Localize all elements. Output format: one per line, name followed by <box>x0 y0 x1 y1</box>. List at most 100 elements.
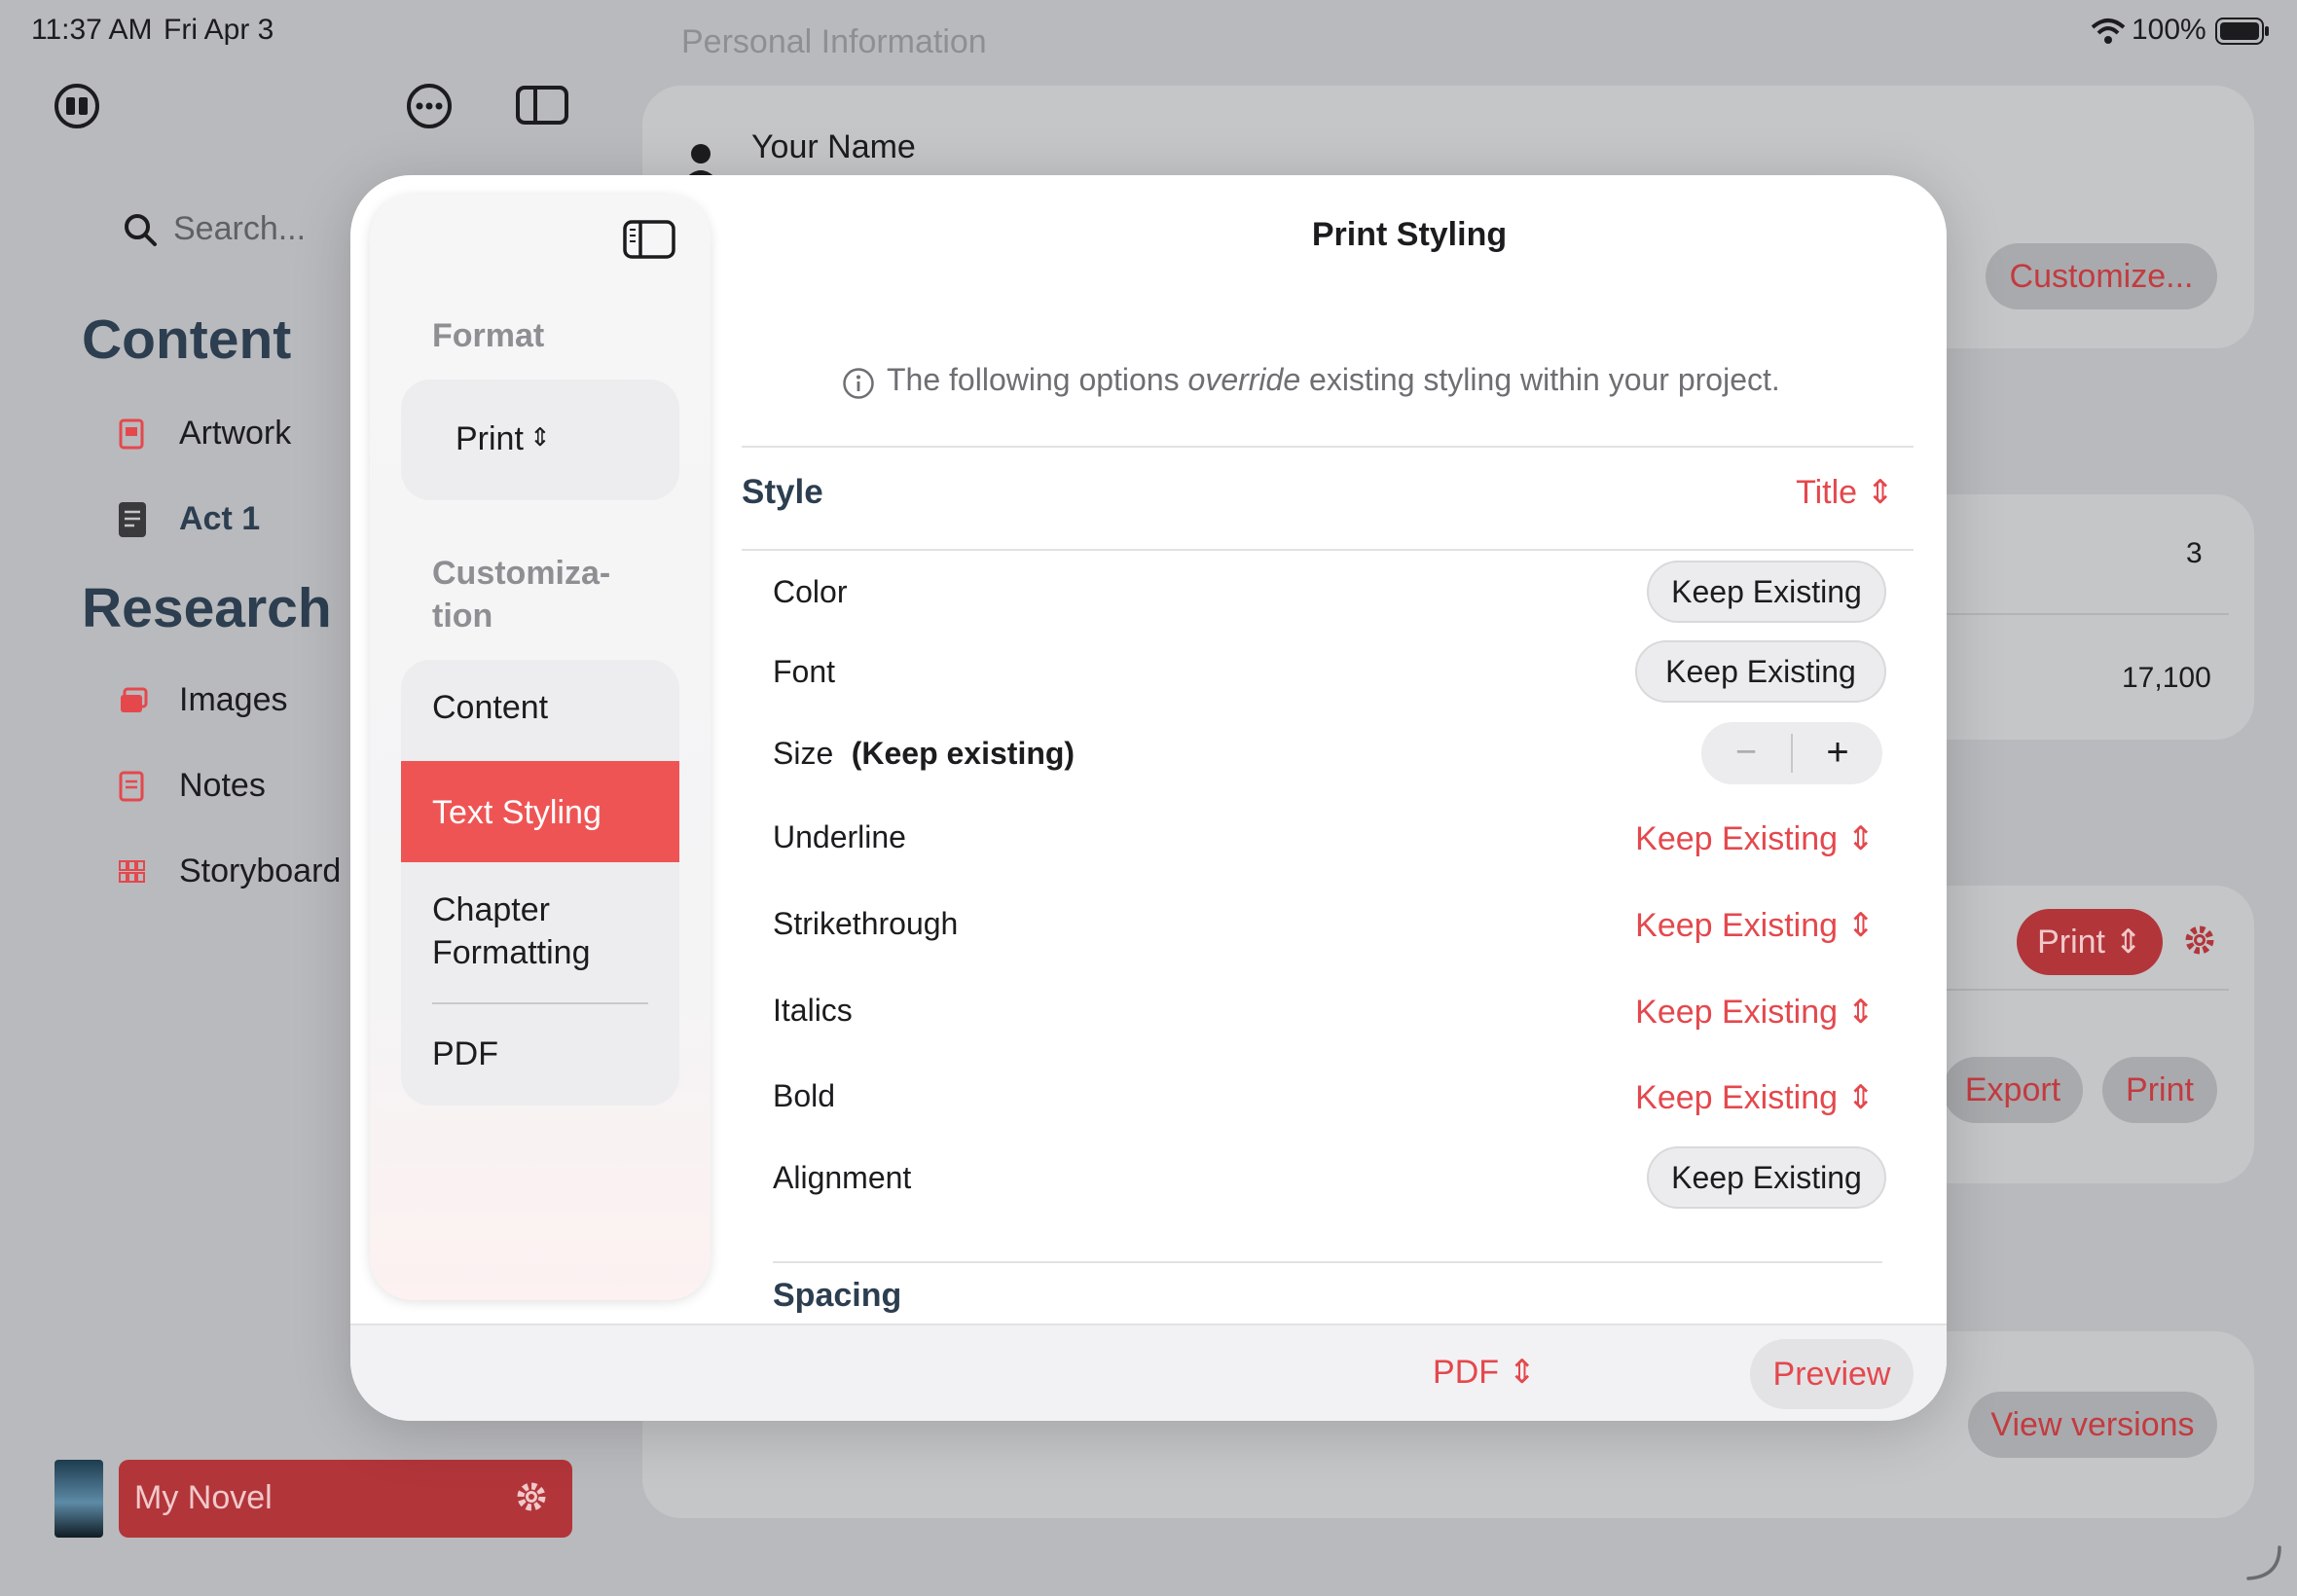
stat-value: 17,100 <box>2122 662 2211 694</box>
section-research-title: Research <box>82 577 332 639</box>
customize-button[interactable]: Customize... <box>1986 243 2217 309</box>
output-format-picker[interactable]: PDF ⇕ <box>1402 1353 1536 1392</box>
underline-picker[interactable]: Keep Existing ⇕ <box>1544 819 1875 858</box>
size-row: Size (Keep existing) <box>773 736 1075 772</box>
strikethrough-picker[interactable]: Keep Existing ⇕ <box>1544 906 1875 945</box>
increment-button[interactable]: + <box>1793 722 1882 784</box>
sidebar-toggle-icon[interactable] <box>623 218 675 266</box>
info-icon <box>842 367 875 405</box>
chevron-up-down-icon: ⇕ <box>1846 1079 1876 1116</box>
sheet-footer: PDF ⇕ Preview <box>350 1324 1947 1421</box>
status-time: 11:37 AM <box>31 14 153 46</box>
option-content[interactable]: Content <box>401 660 679 759</box>
chevron-up-down-icon: ⇕ <box>1846 994 1876 1031</box>
format-heading: Format <box>432 317 545 354</box>
style-section-label: Style <box>742 473 823 511</box>
project-bar[interactable]: My Novel <box>119 1460 572 1538</box>
project-name: My Novel <box>134 1479 273 1516</box>
info-message: The following options override existing … <box>842 362 1780 405</box>
chevron-up-down-icon: ⇕ <box>1846 820 1876 857</box>
gear-icon[interactable] <box>514 1479 549 1519</box>
info-text-end: existing styling within your project. <box>1300 362 1780 397</box>
divider <box>773 1261 1882 1263</box>
underline-label: Underline <box>773 819 906 854</box>
document-red-icon <box>119 418 144 450</box>
option-label-cont: Formatting <box>432 934 591 971</box>
divider <box>432 1002 648 1004</box>
format-value: Print <box>456 420 524 457</box>
option-label: PDF <box>432 1035 498 1072</box>
wifi-icon <box>2091 18 2126 50</box>
resize-corner-icon[interactable] <box>2244 1543 2283 1587</box>
divider <box>742 446 1914 448</box>
photos-icon <box>119 687 148 719</box>
library-icon[interactable] <box>53 82 101 130</box>
chevron-up-down-icon: ⇕ <box>1846 907 1876 944</box>
info-emphasis: override <box>1187 362 1301 397</box>
font-keep-existing-button[interactable]: Keep Existing <box>1635 640 1886 703</box>
status-date: Fri Apr 3 <box>164 14 274 46</box>
status-bar: 11:37 AM Fri Apr 3 100% <box>0 0 2297 62</box>
picker-value: Keep Existing <box>1635 994 1839 1031</box>
modal-sidebar: Format Print ⇕ Customiza- tion Content T… <box>370 195 711 1300</box>
chevron-up-down-icon: ⇕ <box>1508 1354 1537 1391</box>
section-content-title: Content <box>82 308 292 371</box>
stat-value: 3 <box>2186 537 2203 569</box>
sidebar-item-label: Storyboard <box>179 852 342 889</box>
chevron-up-down-icon: ⇕ <box>1866 474 1895 511</box>
modal-title: Print Styling <box>1311 216 1508 253</box>
picker-value: Keep Existing <box>1635 820 1839 857</box>
divider <box>1947 613 2229 615</box>
customization-options: Content Text Styling Chapter Formatting … <box>401 660 679 1106</box>
picker-value: Print <box>2037 924 2105 961</box>
italics-label: Italics <box>773 993 853 1028</box>
picker-value: Keep Existing <box>1635 907 1839 944</box>
chevron-up-down-icon: ⇕ <box>529 422 551 452</box>
page-title: Personal Information <box>681 23 987 60</box>
preview-button[interactable]: Preview <box>1750 1339 1914 1409</box>
bold-picker[interactable]: Keep Existing ⇕ <box>1544 1078 1875 1117</box>
size-stepper: − + <box>1701 722 1882 784</box>
color-keep-existing-button[interactable]: Keep Existing <box>1647 561 1886 623</box>
size-label: Size <box>773 736 834 771</box>
print-format-picker[interactable]: Print ⇕ <box>2017 909 2163 975</box>
grid-icon <box>119 860 146 889</box>
picker-value: Keep Existing <box>1635 1079 1839 1116</box>
option-text-styling[interactable]: Text Styling <box>401 761 679 862</box>
spacing-section-label: Spacing <box>773 1277 902 1314</box>
style-picker[interactable]: Title ⇕ <box>1641 473 1894 512</box>
style-picker-value: Title <box>1796 474 1858 511</box>
option-label: Chapter <box>432 891 550 928</box>
color-label: Color <box>773 574 848 609</box>
more-icon[interactable] <box>405 82 454 130</box>
settings-gear-icon[interactable] <box>2182 923 2217 962</box>
search-field[interactable]: Search... <box>95 200 368 259</box>
search-icon <box>123 212 158 252</box>
print-button[interactable]: Print <box>2102 1057 2217 1123</box>
font-label: Font <box>773 654 836 689</box>
strikethrough-label: Strikethrough <box>773 906 959 941</box>
sidebar-item-label: Act 1 <box>179 500 261 537</box>
alignment-keep-existing-button[interactable]: Keep Existing <box>1647 1146 1886 1209</box>
divider <box>742 549 1914 551</box>
bold-label: Bold <box>773 1078 836 1113</box>
document-dark-icon <box>119 502 146 537</box>
option-chapter-formatting[interactable]: Chapter Formatting <box>401 862 679 1010</box>
italics-picker[interactable]: Keep Existing ⇕ <box>1544 993 1875 1032</box>
info-text: The following options <box>887 362 1188 397</box>
export-button[interactable]: Export <box>1943 1057 2083 1123</box>
search-placeholder: Search... <box>173 210 307 247</box>
sidebar-item-label: Images <box>179 681 288 718</box>
size-value: (Keep existing) <box>851 736 1076 771</box>
alignment-label: Alignment <box>773 1160 912 1195</box>
customization-heading: Customiza- <box>432 555 611 592</box>
picker-value: PDF <box>1433 1354 1500 1391</box>
decrement-button[interactable]: − <box>1701 722 1791 784</box>
format-picker[interactable]: Print ⇕ <box>401 380 679 500</box>
project-cover-image <box>55 1460 103 1538</box>
print-styling-sheet: Format Print ⇕ Customiza- tion Content T… <box>350 175 1947 1421</box>
view-versions-button[interactable]: View versions <box>1968 1392 2217 1458</box>
sidebar-item-label: Artwork <box>179 415 292 452</box>
sidebar-toggle-icon[interactable] <box>516 84 568 131</box>
option-pdf[interactable]: PDF <box>401 1006 679 1106</box>
